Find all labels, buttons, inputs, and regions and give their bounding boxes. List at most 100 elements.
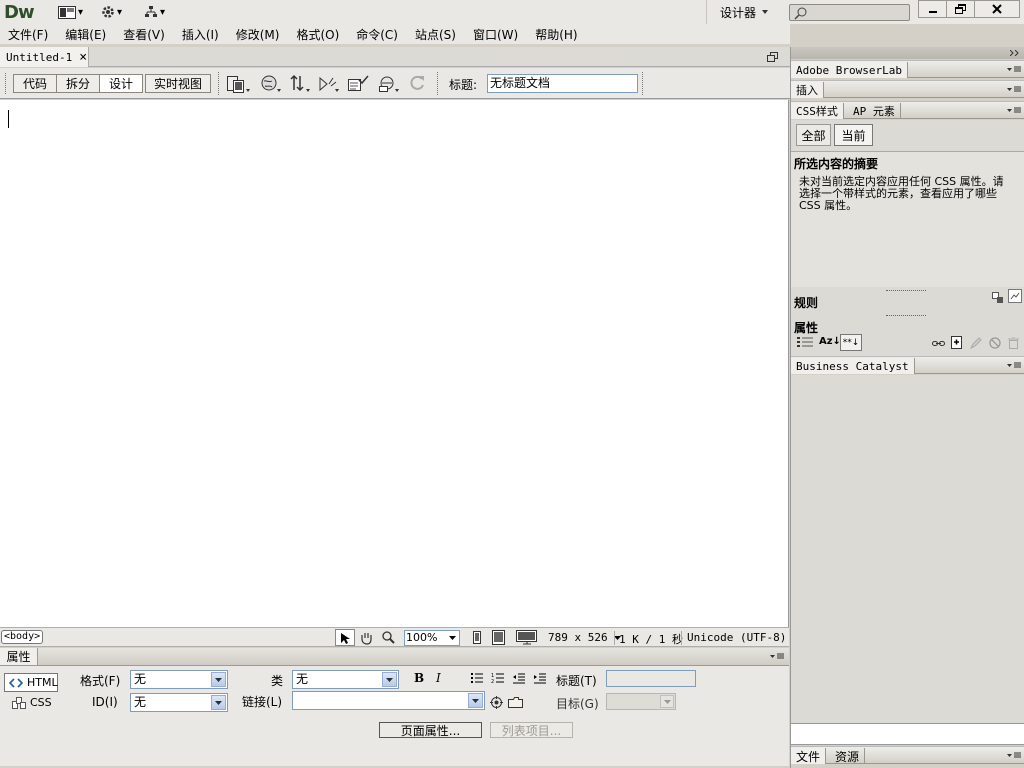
chevron-down-icon bbox=[211, 695, 226, 710]
menu-edit[interactable]: 编辑(E) bbox=[65, 26, 106, 43]
set-properties-view-icon[interactable]: **↓ bbox=[840, 334, 862, 351]
menu-view[interactable]: 查看(V) bbox=[123, 26, 165, 43]
menu-window[interactable]: 窗口(W) bbox=[473, 26, 518, 43]
point-to-file-icon[interactable] bbox=[490, 696, 503, 709]
panel-menu-icon[interactable] bbox=[1007, 106, 1021, 116]
document-title-input[interactable]: 无标题文档 bbox=[487, 74, 638, 93]
browser-preview-icon[interactable] bbox=[260, 74, 284, 94]
properties-section: 属性 Az↓ **↓ bbox=[791, 311, 1024, 356]
summary-text: 未对当前选定内容应用任何 CSS 属性。请选择一个带样式的元素，查看应用了哪些 … bbox=[799, 175, 1004, 212]
minimize-button[interactable] bbox=[918, 0, 948, 18]
format-select[interactable]: 无 bbox=[130, 670, 228, 689]
design-view-button[interactable]: 设计 bbox=[99, 74, 143, 93]
assets-tab[interactable]: 资源 bbox=[830, 748, 866, 764]
tag-selector-body[interactable]: <body> bbox=[1, 630, 44, 644]
title-attr-input[interactable] bbox=[606, 670, 696, 687]
split-view-button[interactable]: 拆分 bbox=[56, 74, 100, 93]
cascade-view-icon[interactable] bbox=[992, 292, 1004, 304]
window-size-readout[interactable]: 789 x 526 bbox=[548, 631, 622, 644]
attach-stylesheet-icon[interactable] bbox=[932, 339, 945, 348]
business-catalyst-tab[interactable]: Business Catalyst bbox=[791, 358, 915, 374]
menu-format[interactable]: 格式(O) bbox=[296, 26, 339, 43]
css-all-button[interactable]: 全部 bbox=[796, 124, 831, 146]
live-view-button[interactable]: 实时视图 bbox=[145, 74, 211, 93]
close-tab-icon[interactable]: × bbox=[79, 50, 87, 65]
panel-menu-icon[interactable] bbox=[1007, 65, 1021, 75]
css-current-button[interactable]: 当前 bbox=[834, 124, 873, 146]
unordered-list-icon[interactable] bbox=[470, 672, 483, 684]
panel-menu-icon[interactable] bbox=[1007, 751, 1021, 761]
browserlab-tab[interactable]: Adobe BrowserLab bbox=[791, 62, 908, 78]
html-mode-button[interactable]: HTML bbox=[4, 673, 58, 692]
zoom-tool-icon[interactable] bbox=[381, 630, 396, 645]
disable-rule-icon[interactable] bbox=[989, 337, 1001, 349]
code-view-button[interactable]: 代码 bbox=[13, 74, 57, 93]
panel-menu-icon[interactable] bbox=[770, 652, 784, 661]
italic-button[interactable]: I bbox=[436, 671, 441, 685]
link-input[interactable] bbox=[292, 691, 485, 710]
edit-rule-icon[interactable] bbox=[970, 337, 982, 349]
css-styles-tab[interactable]: CSS样式 bbox=[791, 103, 844, 119]
restore-document-icon[interactable] bbox=[767, 52, 778, 62]
menu-help[interactable]: 帮助(H) bbox=[535, 26, 577, 43]
alphabetical-view-icon[interactable]: Az↓ bbox=[819, 336, 841, 347]
delete-rule-icon[interactable] bbox=[1008, 337, 1019, 349]
dw-logo: Dw bbox=[4, 2, 35, 23]
browser-check-icon[interactable] bbox=[318, 74, 342, 94]
menu-bar: 文件(F) 编辑(E) 查看(V) 插入(I) 修改(M) 格式(O) 命令(C… bbox=[0, 24, 790, 44]
splitter-grip[interactable] bbox=[886, 290, 926, 291]
ordered-list-icon[interactable]: 12 bbox=[491, 672, 504, 684]
menu-insert[interactable]: 插入(I) bbox=[182, 26, 219, 43]
properties-tab[interactable]: 属性 bbox=[0, 648, 38, 665]
target-select[interactable] bbox=[606, 693, 676, 710]
zoom-select[interactable]: 100% bbox=[404, 630, 460, 646]
extend-button[interactable]: ▾ bbox=[101, 4, 122, 20]
menu-commands[interactable]: 命令(C) bbox=[356, 26, 398, 43]
menu-file[interactable]: 文件(F) bbox=[8, 26, 48, 43]
panel-collapse-bar[interactable] bbox=[791, 47, 1024, 59]
outdent-icon[interactable] bbox=[512, 672, 525, 684]
multiscreen-icon[interactable] bbox=[227, 74, 251, 94]
panel-menu-icon[interactable] bbox=[1007, 361, 1021, 371]
menu-modify[interactable]: 修改(M) bbox=[236, 26, 280, 43]
insert-tab[interactable]: 插入 bbox=[791, 82, 824, 98]
validate-markup-icon[interactable] bbox=[347, 74, 371, 94]
chevron-down-icon bbox=[449, 636, 456, 640]
layout-button[interactable]: ▾ bbox=[58, 4, 83, 20]
close-button[interactable] bbox=[974, 0, 1020, 18]
browse-folder-icon[interactable] bbox=[508, 696, 524, 709]
tablet-size-icon[interactable] bbox=[492, 630, 505, 645]
hand-tool-icon[interactable] bbox=[359, 630, 374, 645]
mobile-size-icon[interactable] bbox=[472, 631, 482, 644]
css-mode-toolbar: 全部 当前 bbox=[791, 120, 1024, 151]
new-css-rule-icon[interactable] bbox=[951, 336, 963, 349]
about-view-icon[interactable] bbox=[1008, 289, 1022, 303]
css-mode-button[interactable]: CSS bbox=[12, 696, 52, 709]
desktop-size-icon[interactable] bbox=[516, 630, 538, 645]
business-catalyst-panel-header: Business Catalyst bbox=[791, 356, 1024, 374]
page-properties-button[interactable]: 页面属性... bbox=[379, 722, 482, 738]
panel-menu-icon[interactable] bbox=[1007, 85, 1021, 95]
file-management-icon[interactable] bbox=[289, 74, 313, 94]
indent-icon[interactable] bbox=[533, 672, 546, 684]
workspace-switcher[interactable]: 设计器 bbox=[706, 0, 781, 24]
category-view-icon[interactable] bbox=[797, 337, 813, 348]
select-tool-icon[interactable] bbox=[335, 629, 355, 646]
site-tree-icon bbox=[144, 5, 158, 19]
bold-button[interactable]: B bbox=[414, 671, 424, 685]
class-select[interactable]: 无 bbox=[292, 670, 399, 689]
site-button[interactable]: ▾ bbox=[144, 4, 165, 20]
files-tab[interactable]: 文件 bbox=[791, 748, 827, 764]
help-search-input[interactable] bbox=[789, 4, 910, 21]
id-select[interactable]: 无 bbox=[130, 693, 228, 712]
menu-site[interactable]: 站点(S) bbox=[415, 26, 456, 43]
document-tab[interactable]: Untitled-1 × bbox=[0, 47, 89, 67]
visual-aids-icon[interactable] bbox=[378, 74, 402, 94]
format-label: 格式(F) bbox=[80, 674, 121, 688]
restore-button[interactable] bbox=[946, 0, 976, 18]
design-canvas[interactable] bbox=[0, 100, 789, 627]
splitter-grip[interactable] bbox=[886, 315, 926, 316]
refresh-icon[interactable] bbox=[409, 74, 427, 92]
list-item-button[interactable]: 列表项目... bbox=[490, 722, 573, 738]
ap-elements-tab[interactable]: AP 元素 bbox=[848, 103, 901, 119]
